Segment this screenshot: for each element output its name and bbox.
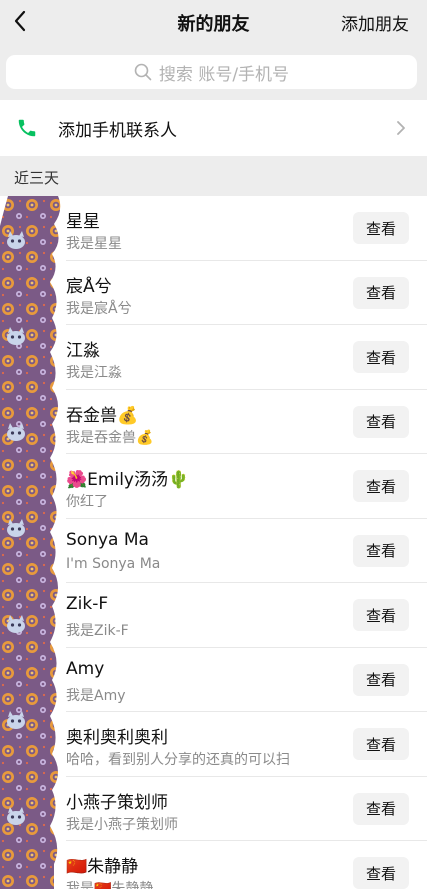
top-bar: 新的朋友 添加朋友 (0, 0, 427, 44)
section-label: 近三天 (14, 169, 60, 187)
view-button[interactable]: 查看 (353, 599, 409, 631)
add-friend-button[interactable]: 添加朋友 (341, 10, 409, 35)
friend-name: 🌺Emily汤汤🌵 (66, 470, 190, 490)
view-button[interactable]: 查看 (353, 405, 409, 438)
friend-name: Sonya Ma (66, 529, 149, 550)
view-button[interactable]: 查看 (353, 276, 409, 309)
search-placeholder: 搜索 账号/手机号 (158, 64, 290, 85)
friend-row[interactable]: Amy 我是Amy 查看 (0, 648, 427, 712)
search-input[interactable]: 搜索 账号/手机号 (6, 55, 417, 89)
friend-row[interactable]: 星星 我是星星 查看 (0, 196, 427, 261)
friend-message: 我是Zik-F (66, 623, 129, 639)
friend-name: 吞金兽💰 (66, 405, 139, 426)
friend-row[interactable]: 江淼 我是江淼 查看 (0, 325, 427, 390)
friend-message: 我是🇨🇳朱静静 (66, 881, 154, 889)
friend-name: Amy (66, 658, 105, 679)
friend-message: 我是Amy (66, 687, 126, 704)
friend-message: 哈哈，看到别人分享的还真的可以扫 (66, 752, 290, 768)
friend-name: Zik-F (66, 594, 109, 614)
view-button[interactable]: 查看 (353, 212, 409, 244)
view-button[interactable]: 查看 (353, 470, 409, 502)
friend-row[interactable]: 宸Å兮 我是宸Å兮 查看 (0, 261, 427, 325)
friend-name: 宸Å兮 (66, 276, 112, 297)
friend-name: 🇨🇳朱静静 (66, 857, 139, 877)
view-button[interactable]: 查看 (353, 728, 409, 760)
friend-request-list: 星星 我是星星 查看 宸Å兮 我是宸Å兮 查看 江淼 我是江淼 查看 吞金兽💰 … (0, 196, 427, 889)
view-button[interactable]: 查看 (353, 857, 409, 889)
friend-message: 我是星星 (66, 236, 122, 252)
friend-row[interactable]: 小燕子策划师 我是小燕子策划师 查看 (0, 777, 427, 841)
friend-name: 小燕子策划师 (66, 792, 168, 813)
friend-message: 我是小燕子策划师 (66, 816, 178, 833)
avatar-privacy-mask (0, 196, 62, 889)
search-icon (134, 63, 152, 81)
avatar-mask-pattern (0, 196, 61, 889)
friend-name: 江淼 (66, 341, 100, 361)
phone-icon (18, 119, 36, 137)
friend-message: 你红了 (66, 494, 108, 510)
view-button[interactable]: 查看 (353, 792, 409, 825)
friend-name: 奥利奥利奥利 (66, 728, 168, 748)
chevron-right-icon (397, 121, 405, 135)
friend-row[interactable]: Zik-F 我是Zik-F 查看 (0, 583, 427, 648)
friend-message: 我是吞金兽💰 (66, 429, 154, 446)
friend-row[interactable]: 🇨🇳朱静静 我是🇨🇳朱静静 查看 (0, 841, 427, 889)
view-button[interactable]: 查看 (353, 341, 409, 373)
friend-message: 我是江淼 (66, 365, 122, 381)
friend-row[interactable]: Sonya Ma I'm Sonya Ma 查看 (0, 519, 427, 583)
add-phone-label: 添加手机联系人 (58, 121, 177, 141)
view-button[interactable]: 查看 (353, 663, 409, 696)
friend-name: 星星 (66, 212, 100, 232)
section-header: 近三天 (0, 158, 427, 194)
friend-row[interactable]: 吞金兽💰 我是吞金兽💰 查看 (0, 390, 427, 454)
add-phone-contacts-item[interactable]: 添加手机联系人 (0, 100, 427, 156)
friend-message: I'm Sonya Ma (66, 555, 161, 572)
friend-message: 我是宸Å兮 (66, 300, 132, 317)
friend-row[interactable]: 奥利奥利奥利 哈哈，看到别人分享的还真的可以扫 查看 (0, 712, 427, 777)
view-button[interactable]: 查看 (353, 534, 409, 567)
friend-row[interactable]: 🌺Emily汤汤🌵 你红了 查看 (0, 454, 427, 519)
